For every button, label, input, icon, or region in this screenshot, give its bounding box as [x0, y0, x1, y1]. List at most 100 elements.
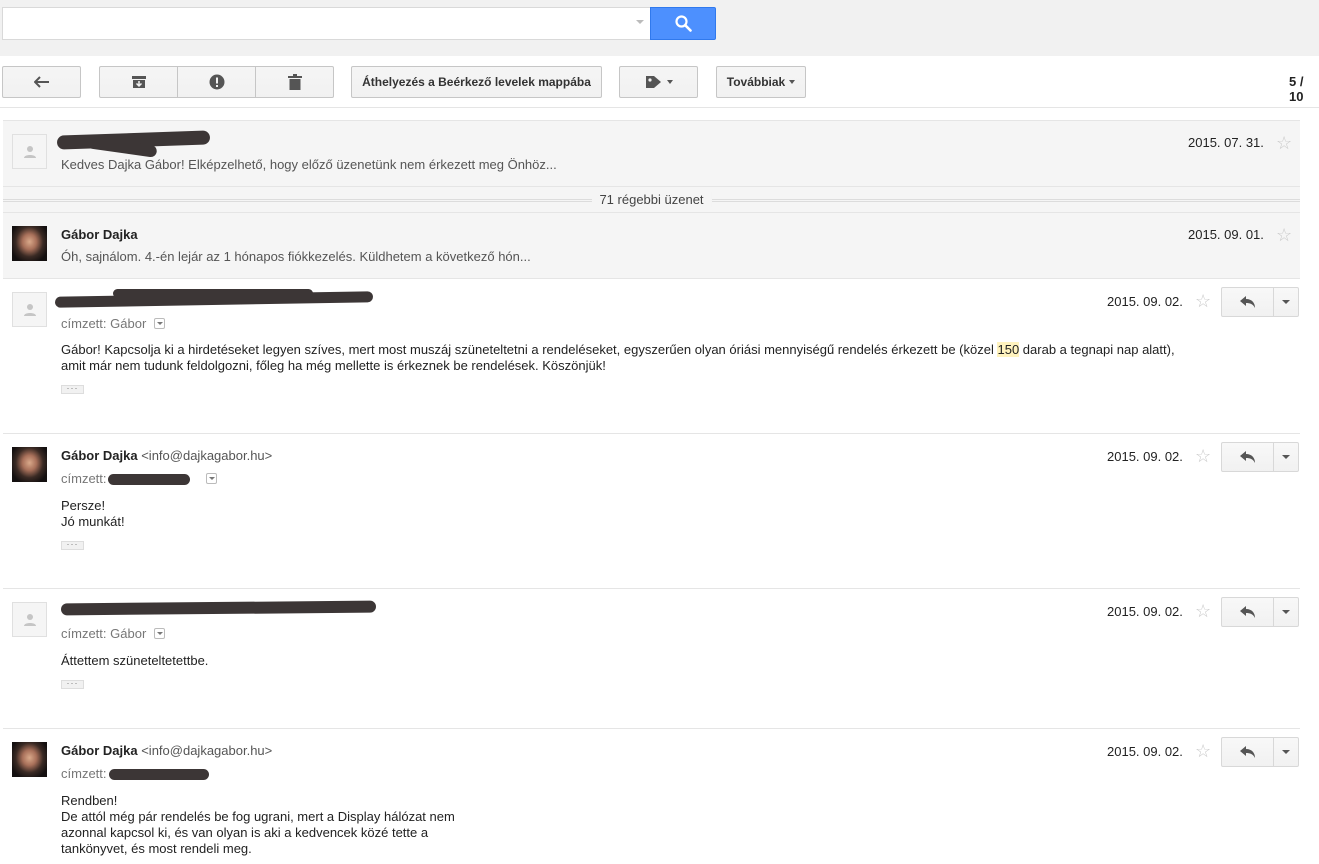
- recipient-name: Gábor: [110, 316, 147, 331]
- message-date: 2015. 09. 02.: [1107, 294, 1183, 309]
- reply-button[interactable]: [1222, 738, 1274, 766]
- avatar: [12, 742, 47, 777]
- star-icon[interactable]: ☆: [1276, 226, 1292, 244]
- chevron-down-icon: [789, 80, 796, 84]
- sender-name: Gábor Dajka: [61, 227, 138, 242]
- collapsed-message[interactable]: Gábor Dajka Óh, sajnálom. 4.-én lejár az…: [3, 212, 1300, 278]
- message-body: Persze! Jó munkát!: [61, 498, 125, 530]
- message-date: 2015. 09. 02.: [1107, 604, 1183, 619]
- body-text: azonnal kapcsol ki, és van olyan is aki …: [61, 825, 429, 840]
- message-body: Áttettem szüneteltetettbe.: [61, 653, 208, 669]
- reply-button-group: [1221, 287, 1299, 317]
- more-options-button[interactable]: [1274, 443, 1298, 471]
- avatar: [12, 447, 47, 482]
- move-to-inbox-button[interactable]: Áthelyezés a Beérkező levelek mappába: [351, 66, 602, 98]
- redacted-sender: [113, 289, 313, 298]
- conversation-toolbar: Áthelyezés a Beérkező levelek mappába To…: [0, 56, 1319, 108]
- archive-icon: [131, 76, 146, 88]
- reply-button[interactable]: [1222, 288, 1274, 316]
- person-icon: [24, 304, 36, 316]
- highlighted-number: 150: [997, 342, 1020, 357]
- star-icon[interactable]: ☆: [1195, 602, 1211, 620]
- message-body: Gábor! Kapcsolja ki a hirdetéseket legye…: [61, 342, 1175, 374]
- body-text: darab a tegnapi nap alatt),: [1019, 342, 1175, 357]
- more-options-button[interactable]: [1274, 738, 1298, 766]
- report-spam-icon: [209, 74, 224, 90]
- show-trimmed-content-button[interactable]: ···: [61, 679, 84, 689]
- recipient-details-toggle[interactable]: [153, 318, 165, 330]
- recipient-prefix: címzett:: [61, 316, 107, 331]
- message-date: 2015. 09. 02.: [1107, 744, 1183, 759]
- search-input[interactable]: [2, 7, 650, 40]
- more-options-button[interactable]: [1274, 288, 1298, 316]
- recipient-line: címzett:: [61, 766, 107, 781]
- trash-icon: [287, 74, 302, 90]
- back-arrow-icon: [33, 76, 49, 88]
- delete-button[interactable]: [255, 66, 334, 98]
- sender-name: Gábor Dajka: [61, 448, 138, 463]
- body-text: Persze!: [61, 498, 106, 513]
- reply-icon: [1240, 746, 1255, 758]
- reply-button-group: [1221, 442, 1299, 472]
- recipient-details-toggle[interactable]: [153, 628, 165, 640]
- search-icon: [675, 15, 692, 32]
- body-text: Rendben!: [61, 793, 118, 808]
- body-text: Áttettem szüneteltetettbe.: [61, 653, 209, 668]
- redacted-recipient: [108, 474, 190, 485]
- message-snippet: Óh, sajnálom. 4.-én lejár az 1 hónapos f…: [61, 249, 531, 264]
- sender-email: <info@dajkagabor.hu>: [141, 448, 273, 463]
- pager-count: 5 / 10: [1289, 74, 1304, 104]
- star-icon[interactable]: ☆: [1276, 134, 1292, 152]
- avatar: [12, 602, 47, 637]
- body-text: amit már nem tudunk feldolgozni, főleg h…: [61, 358, 606, 373]
- star-icon[interactable]: ☆: [1195, 742, 1211, 760]
- more-actions-button[interactable]: Továbbiak: [716, 66, 806, 98]
- star-icon[interactable]: ☆: [1195, 447, 1211, 465]
- recipient-prefix: címzett:: [61, 626, 107, 641]
- report-spam-button[interactable]: [177, 66, 256, 98]
- message-body: Rendben! De attól még pár rendelés be fo…: [61, 793, 455, 857]
- search-button[interactable]: [650, 7, 716, 40]
- more-actions-label: Továbbiak: [726, 75, 786, 89]
- expanded-message: címzett: Gábor 2015. 09. 02. ☆ Gábor! Ka…: [3, 278, 1300, 434]
- reply-button-group: [1221, 597, 1299, 627]
- avatar: [12, 292, 47, 327]
- sender-name: Gábor Dajka: [61, 743, 138, 758]
- more-options-button[interactable]: [1274, 598, 1298, 626]
- sender-email: <info@dajkagabor.hu>: [141, 743, 273, 758]
- avatar: [12, 226, 47, 261]
- reply-button-group: [1221, 737, 1299, 767]
- chevron-down-icon: [666, 80, 673, 84]
- recipient-line: címzett: Gábor: [61, 626, 165, 641]
- reply-icon: [1240, 606, 1255, 618]
- older-messages-label: 71 régebbi üzenet: [591, 192, 712, 207]
- expanded-message: Gábor Dajka <info@dajkagabor.hu> címzett…: [3, 433, 1300, 589]
- person-icon: [24, 614, 36, 626]
- body-text: Gábor! Kapcsolja ki a hirdetéseket legye…: [61, 342, 998, 357]
- label-tag-icon: [645, 76, 661, 88]
- recipient-details-toggle[interactable]: [206, 473, 218, 485]
- reply-button[interactable]: [1222, 443, 1274, 471]
- avatar: [12, 134, 47, 169]
- search-bar: [0, 0, 1319, 56]
- body-text: tankönyvet, és most rendeli meg.: [61, 841, 252, 856]
- expanded-message: címzett: Gábor 2015. 09. 02. ☆ Áttettem …: [3, 588, 1300, 729]
- search-options-caret-icon[interactable]: [636, 20, 644, 24]
- back-to-list-button[interactable]: [2, 66, 81, 98]
- sender-line: Gábor Dajka <info@dajkagabor.hu>: [61, 743, 272, 758]
- recipient-line: címzett: Gábor: [61, 316, 165, 331]
- body-text: De attól még pár rendelés be fog ugrani,…: [61, 809, 455, 824]
- star-icon[interactable]: ☆: [1195, 292, 1211, 310]
- sender-line: Gábor Dajka <info@dajkagabor.hu>: [61, 448, 272, 463]
- message-date: 2015. 09. 02.: [1107, 449, 1183, 464]
- older-messages-expander[interactable]: 71 régebbi üzenet: [3, 186, 1300, 212]
- reply-icon: [1240, 296, 1255, 308]
- show-trimmed-content-button[interactable]: ···: [61, 540, 84, 550]
- show-trimmed-content-button[interactable]: ···: [61, 384, 84, 394]
- archive-button[interactable]: [99, 66, 178, 98]
- labels-button[interactable]: [619, 66, 698, 98]
- reply-button[interactable]: [1222, 598, 1274, 626]
- reply-icon: [1240, 451, 1255, 463]
- collapsed-message[interactable]: Kedves Dajka Gábor! Elképzelhető, hogy e…: [3, 120, 1300, 186]
- redacted-recipient: [109, 769, 209, 780]
